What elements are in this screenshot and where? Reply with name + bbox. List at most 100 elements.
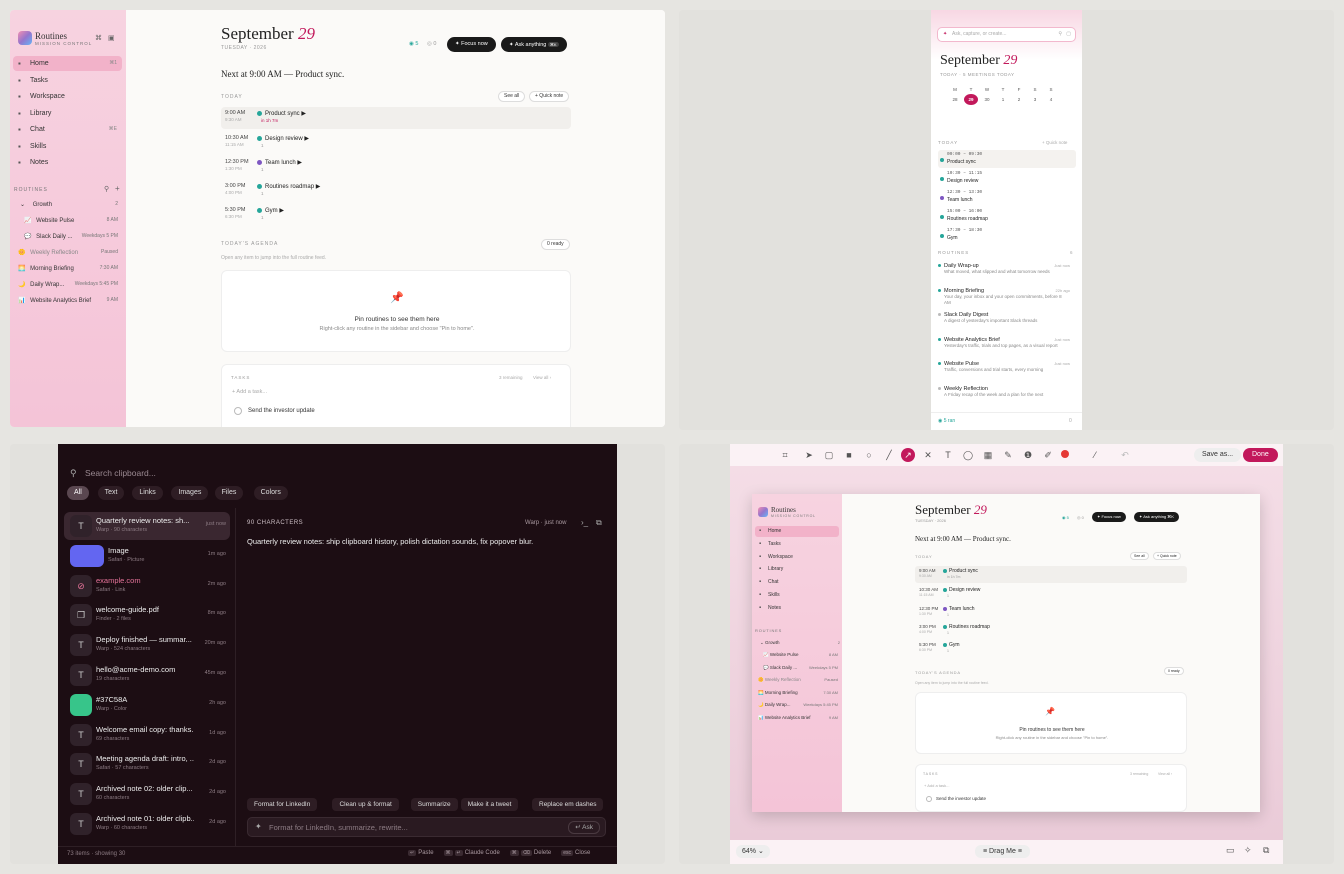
expand-icon[interactable]: ▢ [1066, 28, 1071, 41]
drag-handle[interactable]: ≡ Drag Me ≡ [975, 845, 1030, 858]
counter-icon[interactable]: ❶ [1021, 448, 1035, 462]
clipboard-item[interactable]: T Archived note 01: older clipb... Warp … [64, 810, 230, 838]
focus-now-button[interactable]: ✦ Focus now [447, 37, 496, 52]
mobile-routine-item[interactable]: Website Analytics Brief Yesterday's traf… [938, 337, 1076, 349]
event-row[interactable]: 3:00 PM 4:00 PM Routines roadmap ▶ 1 [221, 180, 571, 202]
cursor-icon[interactable]: ➤ [802, 448, 816, 462]
calendar-day[interactable]: 29 [964, 94, 978, 105]
mobile-routine-item[interactable]: Website Pulse Traffic, conversions and t… [938, 361, 1076, 373]
clipboard-item[interactable]: T hello@acme-demo.com 19 characters 45m … [64, 661, 230, 689]
done-button[interactable]: Done [1243, 448, 1278, 462]
calendar-day[interactable]: 30 [980, 94, 994, 105]
calendar-day[interactable]: 1 [996, 94, 1010, 105]
clipboard-item[interactable]: T Quarterly review notes: sh... Warp · 9… [64, 512, 230, 540]
filter-links[interactable]: Links [132, 486, 163, 500]
event-row[interactable]: 10:30 AM 11:15 AM Design review ▶ 1 [221, 132, 571, 154]
clipboard-item[interactable]: ⊘ example.com Safari · Link 2m ago [64, 572, 230, 600]
stroke-width-icon[interactable]: ⁄ [1088, 448, 1102, 462]
line-icon[interactable]: ╱ [882, 448, 896, 462]
mobile-event-row[interactable]: 09:00 – 09:30 Product sync [938, 150, 1076, 168]
comment-icon[interactable]: ▭ [1226, 845, 1235, 856]
clipboard-item[interactable]: T Meeting agenda draft: intro, ... Safar… [64, 750, 230, 778]
routine-group-growth[interactable]: ⌄ Growth 2 [20, 201, 118, 208]
grid-icon[interactable]: ▦ [981, 448, 995, 462]
clipboard-search-input[interactable]: Search clipboard... [85, 468, 156, 478]
pen-icon[interactable]: ✐ [1041, 448, 1055, 462]
task-checkbox[interactable] [234, 407, 242, 415]
filled-rectangle-icon[interactable]: ■ [842, 448, 856, 462]
ellipse-icon[interactable]: ○ [862, 448, 876, 462]
action-button[interactable]: Replace em dashes [532, 798, 604, 811]
action-button[interactable]: Format for LinkedIn [247, 798, 318, 811]
copy-icon[interactable]: ⧉ [1263, 845, 1269, 856]
routine-item[interactable]: 🌼 Weekly Reflection Paused [18, 249, 118, 256]
event-row[interactable]: 5:30 PM 6:30 PM Gym ▶ 1 [221, 204, 571, 226]
color-swatch[interactable] [1061, 450, 1069, 458]
filter-files[interactable]: Files [214, 486, 244, 500]
event-row[interactable]: 12:30 PM 1:30 PM Team lunch ▶ 1 [221, 156, 571, 178]
cross-icon[interactable]: ✕ [921, 448, 935, 462]
clipboard-item[interactable]: T Welcome email copy: thanks... 69 chara… [64, 721, 230, 749]
view-all-tasks-link[interactable]: View all › [533, 375, 551, 380]
clipboard-ask-input[interactable]: ✦ Format for LinkedIn, summarize, rewrit… [247, 817, 606, 837]
calendar-day[interactable]: 28 [948, 94, 962, 105]
highlighter-icon[interactable]: ✎ [1001, 448, 1015, 462]
sidebar-item-library[interactable]: ▪ Library [13, 106, 122, 121]
sidebar-item-home[interactable]: ▪ Home ⌘1 [13, 56, 122, 71]
event-row[interactable]: 9:00 AM 9:30 AM Product sync ▶ in 1h 7m [221, 107, 571, 129]
mobile-routine-item[interactable]: Slack Daily Digest A digest of yesterday… [938, 312, 1076, 324]
terminal-icon[interactable]: ›_ [581, 518, 588, 527]
rectangle-icon[interactable]: ▢ [822, 448, 836, 462]
add-routine-icon[interactable]: + [115, 184, 120, 193]
filter-text[interactable]: Text [97, 486, 125, 500]
clipboard-item[interactable]: #37C58A Warp · Color 2h ago [64, 691, 230, 719]
filter-all[interactable]: All [67, 486, 89, 500]
undo-icon[interactable]: ↶ [1118, 448, 1132, 462]
routine-item[interactable]: 💬 Slack Daily ... Weekdays 5 PM [24, 233, 118, 240]
editor-canvas[interactable]: Routines MISSION CONTROL ▪ Home ▪ Tasks ▪ W… [730, 466, 1283, 840]
clipboard-item[interactable]: T Deploy finished — summar... Warp · 524… [64, 631, 230, 659]
mobile-event-row[interactable]: 15:00 – 16:00 Routines roadmap [938, 207, 1076, 225]
calendar-day[interactable]: 4 [1044, 94, 1058, 105]
mobile-event-row[interactable]: 10:30 – 11:15 Design review [938, 169, 1076, 187]
clipboard-item[interactable]: ❐ welcome-guide.pdf Finder · 2 files 8m … [64, 601, 230, 629]
filter-colors[interactable]: Colors [253, 486, 288, 500]
ask-anything-button[interactable]: ✦ Ask anything ⌘K [501, 37, 567, 52]
routine-link-icon[interactable]: ⚲ [104, 185, 109, 193]
mobile-quick-note[interactable]: + Quick note [1042, 140, 1067, 145]
add-task-input[interactable]: + Add a task... [232, 389, 267, 395]
see-all-button[interactable]: See all [498, 91, 526, 102]
zoom-dropdown[interactable]: 64% ⌄ [736, 845, 770, 858]
routine-item[interactable]: 📈 Website Pulse 8 AM [24, 217, 118, 224]
sidebar-item-chat[interactable]: ▪ Chat ⌘E [13, 122, 122, 137]
action-button[interactable]: Clean up & format [332, 798, 399, 811]
sidebar-item-workspace[interactable]: ▪ Workspace [13, 89, 122, 104]
mobile-event-row[interactable]: 17:30 – 18:30 Gym [938, 226, 1076, 244]
sidebar-item-skills[interactable]: ▪ Skills [13, 139, 122, 154]
save-as-button[interactable]: Save as... [1194, 448, 1242, 462]
crop-icon[interactable]: ⌗ [778, 448, 792, 462]
sidebar-toggle-icon[interactable]: ▣ [108, 34, 115, 42]
open-external-icon[interactable]: ⧉ [596, 518, 602, 528]
sidebar-item-tasks[interactable]: ▪ Tasks [13, 73, 122, 88]
mobile-routine-item[interactable]: Morning Briefing Your day, your inbox an… [938, 288, 1076, 306]
clipboard-item[interactable]: T Archived note 02: older clip... 60 cha… [64, 780, 230, 808]
mic-icon[interactable]: ⚲ [1058, 28, 1062, 41]
filter-images[interactable]: Images [171, 486, 209, 500]
sidebar-item-notes[interactable]: ▪ Notes [13, 155, 122, 170]
mobile-event-row[interactable]: 12:30 – 13:30 Team lunch [938, 188, 1076, 206]
mobile-routine-item[interactable]: Daily Wrap-up What moved, what slipped a… [938, 263, 1076, 275]
magic-wand-icon[interactable]: ✧ [1244, 845, 1252, 856]
mobile-search-input[interactable]: ✦ Ask, capture, or create... ⚲ ▢ [937, 27, 1076, 42]
action-button[interactable]: Summarize [410, 798, 458, 811]
routine-item[interactable]: 📊 Website Analytics Brief 9 AM [18, 297, 118, 304]
calendar-day[interactable]: 2 [1012, 94, 1026, 105]
sidebar-shortcut-icon[interactable]: ⌘ [95, 34, 102, 42]
text-icon[interactable]: T [941, 448, 955, 462]
routine-item[interactable]: 🌅 Morning Briefing 7:30 AM [18, 265, 118, 272]
routine-item[interactable]: 🌙 Daily Wrap... Weekdays 5:45 PM [18, 281, 118, 288]
ask-button[interactable]: ↵ Ask [568, 821, 600, 834]
clipboard-item[interactable]: Image Safari · Picture 1m ago [64, 542, 230, 570]
arrow-icon[interactable]: ↗ [901, 448, 915, 462]
quick-note-button[interactable]: + Quick note [529, 91, 570, 102]
